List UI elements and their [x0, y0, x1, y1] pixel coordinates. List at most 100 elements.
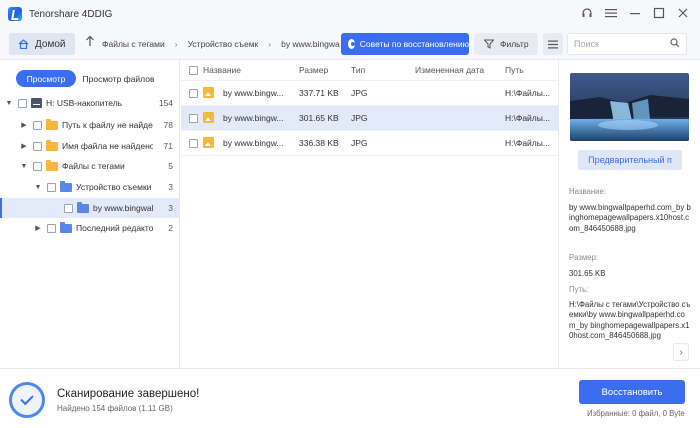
chevron-down-icon[interactable]: ▼ [33, 184, 43, 191]
chevron-right-icon[interactable]: ▶ [33, 224, 43, 232]
tree-item-name-not-found[interactable]: ▶ Имя файла не найдено 71 [0, 137, 179, 155]
header-type[interactable]: Тип [351, 65, 415, 75]
folder-icon [77, 201, 89, 213]
header-date[interactable]: Измененная дата [415, 65, 505, 75]
chevron-right-icon[interactable]: ▶ [19, 121, 29, 129]
row-checkbox[interactable] [189, 88, 198, 98]
checkbox[interactable] [33, 161, 42, 171]
chevron-right-icon[interactable]: › [673, 343, 689, 361]
table-row[interactable]: by www.bingw... 301.65 KB JPG H:\Файлы..… [181, 106, 558, 131]
home-label: Домой [35, 38, 66, 50]
breadcrumb-item[interactable]: by www.bingwa [281, 39, 340, 49]
tree-item-bingwall[interactable]: by www.bingwall... 3 [0, 198, 179, 218]
preview-path-block: Путь: H:\Файлы с тегами\Устройство съемк… [569, 285, 691, 342]
row-checkbox-cell[interactable] [181, 88, 203, 98]
row-checkbox[interactable] [189, 138, 198, 148]
image-file-icon [203, 111, 214, 123]
recovery-tips-button[interactable]: Советы по восстановлению [341, 33, 469, 55]
folder-tree-panel: Просмотр Просмотр файлов ▼ H: USB-накопи… [0, 60, 180, 368]
title-bar: Tenorshare 4DDIG [0, 0, 700, 28]
scan-complete-icon [9, 382, 45, 418]
row-checkbox-cell[interactable] [181, 138, 203, 148]
preview-button[interactable]: Предварительный п [578, 150, 682, 170]
recovery-tips-label: Советы по восстановлению [359, 39, 469, 49]
close-icon[interactable] [676, 6, 690, 20]
tree-item-count: 78 [163, 120, 173, 130]
header-name[interactable]: Название [203, 65, 299, 75]
drive-icon [31, 98, 42, 108]
folder-icon [46, 139, 58, 151]
filter-icon [484, 39, 494, 49]
table-row[interactable]: by www.bingw... 336.38 KB JPG H:\Файлы..… [181, 131, 558, 156]
chevron-right-icon: › [268, 39, 272, 49]
table-row[interactable]: by www.bingw... 337.71 KB JPG H:\Файлы..… [181, 81, 558, 106]
tree-item-tagged-files[interactable]: ▼ Файлы с тегами 5 [0, 157, 179, 175]
checkbox[interactable] [47, 182, 56, 192]
name-label: Название: [569, 187, 607, 196]
search-input[interactable] [574, 39, 669, 49]
select-all-cell[interactable] [181, 65, 203, 75]
home-button[interactable]: Домой [9, 33, 75, 55]
up-arrow-icon[interactable] [85, 35, 95, 50]
tree-item-count: 71 [163, 141, 173, 151]
headset-icon[interactable] [580, 6, 594, 20]
list-view-button[interactable] [543, 33, 563, 55]
maximize-icon[interactable] [652, 6, 666, 20]
breadcrumb-item[interactable]: Устройство съемк [188, 39, 259, 49]
checkbox[interactable] [64, 203, 73, 213]
checkbox[interactable] [47, 223, 56, 233]
tree-item-path-not-found[interactable]: ▶ Путь к файлу не найден 78 [0, 116, 179, 134]
tree-item-label: H: USB-накопитель [46, 98, 123, 108]
chevron-right-icon: › [174, 39, 178, 49]
cell-path: H:\Файлы... [505, 138, 550, 148]
preview-name-block: Название: by www.bingwallpaperhd.com_by … [569, 187, 691, 234]
tree-item-label: by www.bingwall... [93, 203, 153, 213]
cell-size: 301.65 KB [299, 113, 339, 123]
menu-icon[interactable] [604, 6, 618, 20]
tree-item-count: 3 [168, 203, 173, 213]
search-icon[interactable] [670, 38, 680, 51]
cell-name: by www.bingw... [223, 88, 284, 98]
image-file-icon [203, 136, 214, 148]
view-tabs: Просмотр Просмотр файлов [16, 70, 161, 87]
cell-path: H:\Файлы... [505, 88, 550, 98]
select-all-checkbox[interactable] [189, 65, 198, 75]
recover-button[interactable]: Восстановить [579, 380, 685, 404]
tree-item-usb-drive[interactable]: ▼ H: USB-накопитель 154 [0, 94, 179, 112]
tab-file-view[interactable]: Просмотр файлов [76, 70, 161, 87]
window-controls [580, 6, 690, 20]
checkbox[interactable] [33, 120, 42, 130]
header-path[interactable]: Путь [505, 65, 557, 75]
tips-icon [348, 39, 355, 49]
breadcrumb-item[interactable]: Файлы с тегами [102, 39, 165, 49]
checkbox[interactable] [33, 141, 42, 151]
filter-button[interactable]: Фильтр [474, 33, 538, 55]
tree-item-camera-device[interactable]: ▼ Устройство съемки 3 [0, 178, 179, 196]
folder-icon [46, 118, 58, 130]
minimize-icon[interactable] [628, 6, 642, 20]
name-value: by www.bingwallpaperhd.com_by binghomepa… [569, 202, 691, 233]
selected-info: Избранные: 0 файл, 0 Byte [587, 409, 685, 418]
checkmark-icon [20, 391, 34, 406]
row-checkbox-cell[interactable] [181, 113, 203, 123]
tree-item-label: Путь к файлу не найден [62, 120, 153, 130]
cell-name: by www.bingw... [223, 138, 284, 148]
tree-item-count: 154 [158, 98, 173, 108]
app-logo-icon [8, 7, 22, 21]
tree-item-count: 5 [168, 161, 173, 171]
chevron-right-icon[interactable]: ▶ [19, 142, 29, 150]
cell-path: H:\Файлы... [505, 113, 550, 123]
header-size[interactable]: Размер [299, 65, 351, 75]
checkbox[interactable] [18, 98, 27, 108]
tree-item-label: Имя файла не найдено [62, 141, 153, 151]
tab-tree-view[interactable]: Просмотр [16, 70, 76, 87]
scan-status-subtitle: Найдено 154 файлов (1.11 GB) [57, 404, 173, 413]
table-header: Название Размер Тип Измененная дата Путь [181, 60, 558, 81]
chevron-down-icon[interactable]: ▼ [4, 100, 14, 107]
cell-type: JPG [351, 113, 368, 123]
chevron-down-icon[interactable]: ▼ [19, 163, 29, 170]
row-checkbox[interactable] [189, 113, 198, 123]
tree-item-last-editor[interactable]: ▶ Последний редактор 2 [0, 219, 179, 237]
search-box[interactable] [567, 33, 687, 55]
icon-cell [203, 136, 223, 150]
